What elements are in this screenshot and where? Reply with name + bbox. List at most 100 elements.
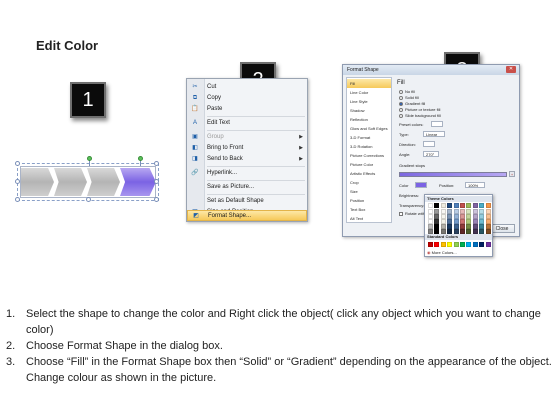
resize-handle-tl[interactable] bbox=[15, 161, 20, 166]
radio-slide-bg-fill[interactable]: Slide background fill bbox=[399, 113, 441, 119]
nav-item-artistic-effects[interactable]: Artistic Effects bbox=[347, 169, 391, 178]
theme-color-swatch[interactable] bbox=[479, 203, 485, 208]
nav-item-text-box[interactable]: Text Box bbox=[347, 205, 391, 214]
menu-item-bring-to-front[interactable]: ◧ Bring to Front ▶ bbox=[187, 143, 307, 154]
type-dropdown[interactable]: Linear bbox=[423, 131, 445, 137]
menu-item-format-shape[interactable]: ◩ Format Shape... bbox=[187, 210, 307, 221]
add-stop-button[interactable]: + bbox=[509, 171, 515, 177]
color-picker-button[interactable] bbox=[415, 182, 427, 188]
rotation-handle-2[interactable] bbox=[138, 156, 143, 161]
gradient-stops-bar[interactable] bbox=[399, 172, 507, 177]
nav-item-picture-color[interactable]: Picture Color bbox=[347, 160, 391, 169]
theme-color-swatch[interactable] bbox=[453, 229, 459, 234]
theme-color-swatch[interactable] bbox=[447, 203, 453, 208]
nav-item-shadow[interactable]: Shadow bbox=[347, 106, 391, 115]
resize-handle-br[interactable] bbox=[154, 197, 159, 202]
resize-handle-mr[interactable] bbox=[154, 179, 159, 184]
menu-item-hyperlink[interactable]: 🔗 Hyperlink... bbox=[187, 168, 307, 179]
standard-color-swatch[interactable] bbox=[479, 242, 485, 247]
menu-separator bbox=[207, 116, 305, 117]
page-title: Edit Color bbox=[36, 38, 99, 53]
menu-item-edit-text[interactable]: A Edit Text bbox=[187, 118, 307, 129]
position-label: Position: bbox=[439, 183, 455, 188]
nav-item-3d-format[interactable]: 3-D Format bbox=[347, 133, 391, 142]
hyperlink-icon: 🔗 bbox=[191, 170, 199, 176]
standard-color-swatch[interactable] bbox=[447, 242, 453, 247]
instruction-item: 3. Choose “Fill” in the Format Shape box… bbox=[6, 354, 554, 386]
theme-color-swatch[interactable] bbox=[440, 203, 446, 208]
position-input[interactable]: 100% bbox=[465, 182, 485, 188]
theme-color-swatch[interactable] bbox=[466, 203, 472, 208]
standard-color-swatch[interactable] bbox=[428, 242, 433, 247]
nav-item-glow[interactable]: Glow and Soft Edges bbox=[347, 124, 391, 133]
menu-item-cut[interactable]: ✂ Cut bbox=[187, 82, 307, 93]
resize-handle-bm[interactable] bbox=[86, 197, 91, 202]
nav-item-fill[interactable]: Fill bbox=[347, 79, 391, 88]
theme-color-swatch[interactable] bbox=[466, 229, 472, 234]
theme-color-swatch[interactable] bbox=[428, 229, 433, 234]
resize-handle-tr[interactable] bbox=[154, 161, 159, 166]
transparency-label: Transparency: bbox=[399, 203, 425, 208]
close-icon[interactable]: ✕ bbox=[506, 66, 516, 73]
theme-colors-heading: Theme Colors bbox=[425, 196, 492, 202]
theme-color-swatch[interactable] bbox=[428, 203, 433, 208]
angle-input[interactable]: 270° bbox=[423, 151, 439, 157]
menu-item-label: Edit Text bbox=[207, 120, 230, 126]
nav-item-picture-corrections[interactable]: Picture Corrections bbox=[347, 151, 391, 160]
preset-colors-dropdown[interactable] bbox=[431, 121, 443, 127]
standard-color-swatch[interactable] bbox=[434, 242, 440, 247]
nav-item-3d-rotation[interactable]: 3-D Rotation bbox=[347, 142, 391, 151]
radio-selected-icon bbox=[399, 101, 403, 106]
theme-color-swatch[interactable] bbox=[447, 229, 453, 234]
menu-separator bbox=[207, 166, 305, 167]
gray-arrow-shape-3[interactable] bbox=[87, 168, 120, 196]
nav-item-line-color[interactable]: Line Color bbox=[347, 88, 391, 97]
nav-item-size[interactable]: Size bbox=[347, 187, 391, 196]
theme-color-swatch[interactable] bbox=[479, 229, 485, 234]
menu-item-label: Format Shape... bbox=[208, 213, 252, 219]
menu-item-paste[interactable]: 📋 Paste bbox=[187, 104, 307, 115]
edit-text-icon: A bbox=[192, 120, 197, 126]
rotation-handle[interactable] bbox=[87, 156, 92, 161]
submenu-arrow-icon: ▶ bbox=[299, 156, 303, 162]
gray-arrow-shape-1[interactable] bbox=[21, 168, 54, 196]
menu-item-save-as-picture[interactable]: Save as Picture... bbox=[187, 182, 307, 193]
nav-item-reflection[interactable]: Reflection bbox=[347, 115, 391, 124]
nav-item-line-style[interactable]: Line Style bbox=[347, 97, 391, 106]
brightness-label: Brightness: bbox=[399, 193, 420, 198]
theme-color-swatch[interactable] bbox=[472, 203, 478, 208]
gray-arrow-shape-2[interactable] bbox=[54, 168, 87, 196]
menu-item-set-default-shape[interactable]: Set as Default Shape bbox=[187, 196, 307, 207]
nav-item-position[interactable]: Position bbox=[347, 196, 391, 205]
theme-color-swatch[interactable] bbox=[453, 203, 459, 208]
menu-item-group[interactable]: ▣ Group ▶ bbox=[187, 132, 307, 143]
theme-color-swatch[interactable] bbox=[485, 229, 491, 234]
standard-color-swatch[interactable] bbox=[453, 242, 459, 247]
resize-handle-ml[interactable] bbox=[15, 179, 20, 184]
standard-color-swatch[interactable] bbox=[466, 242, 472, 247]
direction-dropdown[interactable] bbox=[423, 141, 435, 147]
menu-item-copy[interactable]: ⧉ Copy bbox=[187, 93, 307, 104]
theme-color-swatch[interactable] bbox=[472, 229, 478, 234]
color-label: Color bbox=[399, 183, 409, 188]
menu-item-send-to-back[interactable]: ◨ Send to Back ▶ bbox=[187, 154, 307, 165]
theme-color-swatch[interactable] bbox=[434, 229, 440, 234]
theme-color-swatch[interactable] bbox=[485, 203, 491, 208]
theme-color-swatch[interactable] bbox=[434, 203, 440, 208]
standard-color-swatch[interactable] bbox=[472, 242, 478, 247]
theme-color-swatch[interactable] bbox=[460, 203, 465, 208]
more-colors-link[interactable]: ◉ More Colors... bbox=[427, 250, 457, 255]
resize-handle-bl[interactable] bbox=[15, 197, 20, 202]
nav-item-alt-text[interactable]: Alt Text bbox=[347, 214, 391, 223]
theme-color-swatch[interactable] bbox=[440, 229, 446, 234]
arrow-shape-strip[interactable] bbox=[20, 166, 156, 198]
radio-label: Solid fill bbox=[405, 95, 419, 100]
instruction-text: Select the shape to change the color and… bbox=[26, 308, 541, 336]
purple-arrow-shape[interactable] bbox=[120, 168, 156, 196]
instruction-number: 1. bbox=[6, 308, 16, 320]
standard-color-swatch[interactable] bbox=[460, 242, 465, 247]
theme-color-swatch[interactable] bbox=[460, 229, 465, 234]
nav-item-crop[interactable]: Crop bbox=[347, 178, 391, 187]
standard-color-swatch[interactable] bbox=[485, 242, 491, 247]
standard-color-swatch[interactable] bbox=[440, 242, 446, 247]
